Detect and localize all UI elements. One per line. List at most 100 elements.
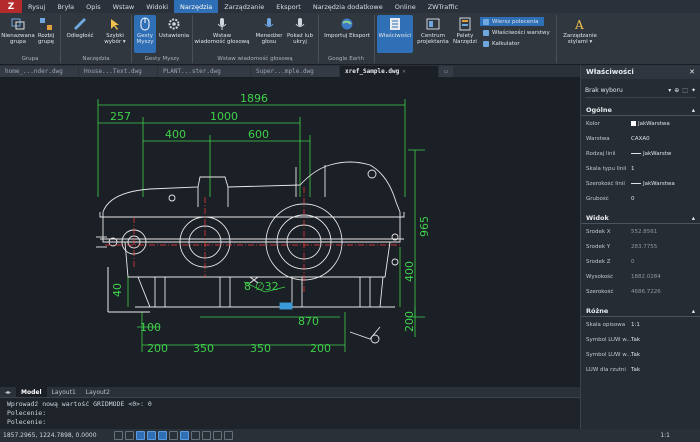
menu-wstaw[interactable]: Wstaw bbox=[107, 0, 141, 13]
dynamic-input-toggle[interactable] bbox=[191, 431, 200, 440]
section-view[interactable]: Widok ▴ bbox=[581, 212, 700, 224]
prop-row-linetype-scale[interactable]: Skala typu linii 1 bbox=[581, 161, 700, 176]
unnamed-group-button[interactable]: Nienazwana grupa bbox=[1, 17, 35, 45]
dim-label: 870 bbox=[298, 315, 319, 328]
layout-tab-model[interactable]: Model bbox=[16, 387, 47, 397]
properties-icon bbox=[388, 17, 402, 31]
menu-bryla[interactable]: Bryła bbox=[51, 0, 80, 13]
tool-palettes-button[interactable]: Palety Narzędzi bbox=[452, 17, 478, 45]
otrack-toggle[interactable] bbox=[169, 431, 178, 440]
linetype-preview bbox=[631, 153, 641, 154]
settings-button[interactable]: Ustawienia bbox=[158, 17, 190, 39]
insert-voice-message-button[interactable]: Wstaw wiadomość głosową bbox=[192, 17, 252, 45]
menu-zwtraffic[interactable]: ZWTraffic bbox=[422, 0, 464, 13]
prop-row-annotation-scale[interactable]: Skala opisowa 1:1 bbox=[581, 317, 700, 332]
dim-label: 200 bbox=[403, 311, 416, 332]
menu-narzedzia-dodatkowe[interactable]: Narzędzia dodatkowe bbox=[307, 0, 389, 13]
group-icon bbox=[11, 17, 25, 31]
cad-application: Z Rysuj Bryła Opis Wstaw Widoki Narzędzi… bbox=[0, 0, 700, 442]
osnap-toggle[interactable] bbox=[158, 431, 167, 440]
command-line-icon bbox=[483, 18, 489, 25]
prop-row-thickness[interactable]: Grubość 0 bbox=[581, 191, 700, 206]
menu-narzedzia[interactable]: Narzędzia bbox=[174, 0, 219, 13]
close-icon[interactable]: ✕ bbox=[402, 68, 406, 75]
command-window[interactable]: Wprowadź nową wartość GRIDMODE <0>: 0 Po… bbox=[0, 397, 580, 429]
layout-tab-layout1[interactable]: Layout1 bbox=[47, 387, 81, 397]
calculator-button[interactable]: Kalkulator bbox=[480, 39, 540, 48]
prop-row-ucs-icon-origin[interactable]: Symbol LUW w... Tak bbox=[581, 347, 700, 362]
doc-tab-plant[interactable]: PLANT...ster.dwg bbox=[158, 66, 250, 77]
command-history-line: Wprowadź nową wartość GRIDMODE <0>: 0 bbox=[7, 400, 152, 408]
menu-online[interactable]: Online bbox=[389, 0, 422, 13]
quick-select-icon[interactable]: ✦ bbox=[691, 87, 696, 94]
collapse-icon: ▴ bbox=[691, 105, 695, 114]
polar-toggle[interactable] bbox=[147, 431, 156, 440]
properties-title-bar: Właściwości ✕ bbox=[581, 65, 700, 79]
chevron-down-icon: ▾ bbox=[668, 86, 672, 94]
mouse-gestures-button[interactable]: Gesty Myszy bbox=[134, 15, 156, 53]
properties-button[interactable]: Właściwości bbox=[377, 15, 413, 53]
distance-button[interactable]: Odległość bbox=[63, 17, 97, 39]
voice-manager-button[interactable]: Menedżer głosu bbox=[253, 17, 285, 45]
prop-row-ucs-icon-on[interactable]: Symbol LUW w... Tak bbox=[581, 332, 700, 347]
section-general[interactable]: Ogólne ▴ bbox=[581, 104, 700, 116]
doc-tab-house[interactable]: House...Text.dwg bbox=[79, 66, 157, 77]
import-export-button[interactable]: Importuj Eksport bbox=[321, 17, 373, 39]
document-tabs: home_...nder.dwg House...Text.dwg PLANT.… bbox=[0, 65, 580, 77]
status-bar: 1857.2965, 1224.7898, 0.0000 1:1 bbox=[0, 429, 700, 442]
app-logo[interactable]: Z bbox=[0, 0, 22, 13]
quick-select-button[interactable]: Szybki wybór ▾ bbox=[100, 17, 130, 45]
selection-dropdown[interactable]: Brak wyboru ▾ ⊕ ⬚ ✦ bbox=[585, 83, 696, 98]
design-center-button[interactable]: Centrum projektanta bbox=[415, 17, 451, 45]
dim-label: 100 bbox=[140, 321, 161, 334]
menu-opis[interactable]: Opis bbox=[80, 0, 106, 13]
style-management-button[interactable]: A Zarządzanie stylami ▾ bbox=[560, 17, 600, 45]
group-label-narzedzia: Narzędzia bbox=[82, 56, 110, 62]
explode-group-button[interactable]: Rozbij grupę bbox=[35, 17, 57, 45]
close-icon[interactable]: ✕ bbox=[689, 68, 695, 76]
model-space-toggle[interactable] bbox=[224, 431, 233, 440]
calculator-icon bbox=[483, 40, 489, 47]
prop-row-ucs-per-viewport[interactable]: LUW dla rzutni Tak bbox=[581, 362, 700, 377]
show-hide-button[interactable]: Pokaż lub ukryj bbox=[286, 17, 314, 45]
transparency-toggle[interactable] bbox=[202, 431, 211, 440]
group-label-grupa: Grupa bbox=[21, 56, 39, 62]
dim-label: ∅32 bbox=[255, 280, 279, 293]
dim-label: 965 bbox=[418, 216, 431, 237]
command-history-line: Polecenie: bbox=[7, 409, 47, 417]
quick-select-icon bbox=[108, 17, 122, 31]
section-misc[interactable]: Różne ▴ bbox=[581, 305, 700, 317]
menu-rysuj[interactable]: Rysuj bbox=[22, 0, 51, 13]
prop-row-color[interactable]: Kolor JakWarstwa bbox=[581, 116, 700, 131]
ortho-toggle[interactable] bbox=[136, 431, 145, 440]
menu-eksport[interactable]: Eksport bbox=[270, 0, 307, 13]
dim-label: 257 bbox=[110, 110, 131, 123]
annotation-scale[interactable]: 1:1 bbox=[660, 432, 670, 439]
select-objects-icon[interactable]: ⬚ bbox=[682, 87, 688, 94]
ribbon: Nienazwana grupa Rozbij grupę Odległość Sz… bbox=[0, 13, 700, 65]
lineweight-toggle[interactable] bbox=[180, 431, 189, 440]
layout-nav-prev[interactable]: ◂▸ bbox=[0, 387, 16, 397]
command-input-line[interactable]: Polecenie: bbox=[7, 418, 580, 427]
command-line-toggle[interactable]: Wiersz polecenia bbox=[480, 17, 544, 26]
menu-zarzadzanie[interactable]: Zarządzanie bbox=[218, 0, 270, 13]
snap-toggle[interactable] bbox=[125, 431, 134, 440]
doc-tab-home[interactable]: home_...nder.dwg bbox=[0, 66, 78, 77]
center-lines bbox=[105, 187, 400, 292]
grid-toggle[interactable] bbox=[114, 431, 123, 440]
doc-tab-xref-sample[interactable]: xref_Sample.dwg ✕ bbox=[340, 66, 438, 77]
prop-row-center-y: Środek Y 283.7755 bbox=[586, 243, 658, 250]
selection-cycling-toggle[interactable] bbox=[213, 431, 222, 440]
drawing-canvas[interactable]: 1896 257 1000 400 600 965 400 40 8 ∅32 8… bbox=[0, 77, 580, 387]
new-tab-icon: ▭ bbox=[444, 68, 448, 75]
prop-row-center-x: Środek X 552.8561 bbox=[586, 228, 658, 235]
new-tab-button[interactable]: ▭ bbox=[439, 66, 453, 77]
prop-row-lineweight[interactable]: Szerokość linii JakWarstwa bbox=[581, 176, 700, 191]
prop-row-layer[interactable]: Warstwa CAXA0 bbox=[581, 131, 700, 146]
menu-widoki[interactable]: Widoki bbox=[140, 0, 174, 13]
doc-tab-super[interactable]: Super...mple.dwg bbox=[251, 66, 339, 77]
layer-properties-button[interactable]: Właściwości warstwy bbox=[480, 28, 554, 37]
toggle-pickadd-icon[interactable]: ⊕ bbox=[674, 87, 679, 94]
layout-tab-layout2[interactable]: Layout2 bbox=[81, 387, 115, 397]
prop-row-linetype[interactable]: Rodzaj linii JakWarstw bbox=[581, 146, 700, 161]
